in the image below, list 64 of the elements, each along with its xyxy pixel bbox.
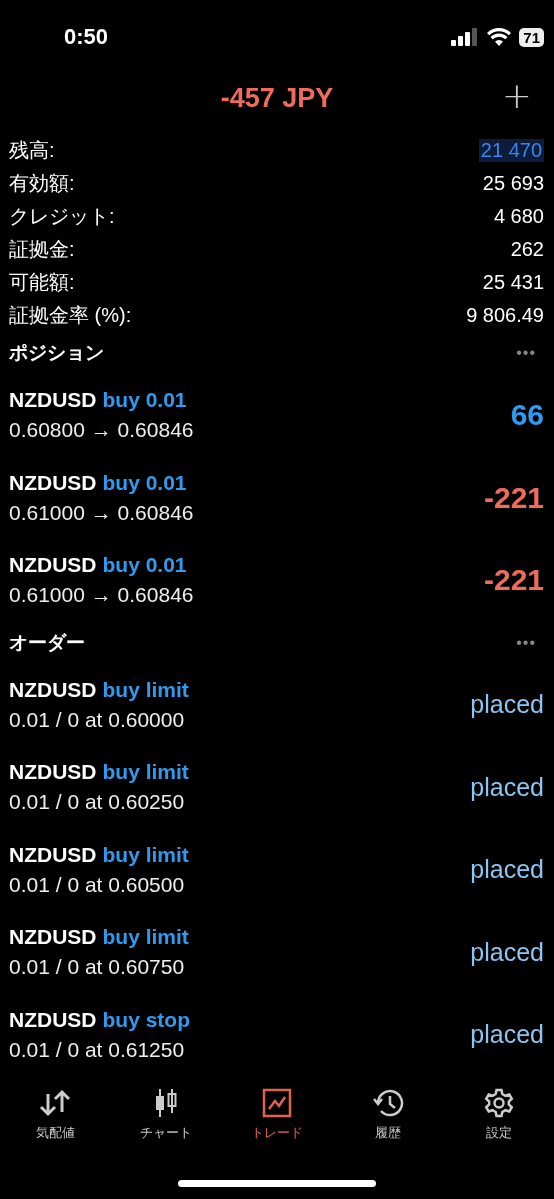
symbol-name: NZDUSD (9, 1007, 97, 1032)
profit-value: 66 (510, 398, 544, 433)
tab-item[interactable]: 履歴 (332, 1082, 444, 1162)
more-button[interactable]: ••• (516, 633, 536, 652)
order-type: buy limit (102, 677, 189, 702)
summary-value: 21 470 (478, 139, 544, 162)
settings-icon (483, 1088, 514, 1118)
summary-label: 残高: (9, 138, 55, 163)
order-state: placed (470, 772, 544, 802)
tab-item[interactable]: 設定 (443, 1082, 554, 1162)
order-state: placed (470, 690, 544, 720)
summary-label: 有効額: (9, 171, 75, 196)
summary-value: 25 693 (482, 172, 544, 195)
candlestick-icon (154, 1088, 179, 1118)
status-time: 0:50 (64, 24, 109, 50)
tab-item[interactable]: チャート (110, 1082, 222, 1162)
history-icon (371, 1088, 404, 1118)
summary-label: 証拠金率 (%): (9, 303, 132, 328)
battery-indicator: 71 (519, 27, 544, 47)
section-title: ポジション (9, 340, 104, 365)
floating-profit: -457 JPY (220, 82, 334, 114)
trend-chart-icon (262, 1088, 292, 1118)
tab-item[interactable]: 気配値 (0, 1082, 111, 1162)
price-range: 0.61000 → 0.60846 (9, 583, 194, 608)
symbol-name: NZDUSD (9, 760, 97, 785)
section-title: オーダー (9, 629, 85, 655)
order-details: 0.01 / 0 at 0.61250 (9, 1037, 186, 1062)
profit-value: -221 (483, 563, 544, 598)
trade-side: buy 0.01 (102, 388, 187, 413)
more-button[interactable]: ••• (516, 344, 536, 362)
trade-side: buy 0.01 (102, 470, 187, 495)
add-button[interactable]: + (501, 78, 532, 114)
arrows-icon (38, 1088, 73, 1118)
order-state: placed (470, 937, 544, 967)
symbol-name: NZDUSD (9, 925, 97, 950)
symbol-name: NZDUSD (9, 677, 97, 702)
signal-icon (451, 28, 480, 46)
summary-value: 25 431 (482, 271, 544, 294)
order-type: buy limit (102, 842, 189, 867)
order-state: placed (470, 1020, 544, 1050)
order-type: buy limit (102, 925, 189, 950)
summary-label: 可能額: (9, 270, 75, 295)
order-details: 0.01 / 0 at 0.60250 (9, 790, 186, 815)
summary-label: クレジット: (9, 204, 115, 229)
summary-label: 証拠金: (9, 237, 75, 262)
summary-value: 262 (510, 238, 544, 261)
order-details: 0.01 / 0 at 0.60500 (9, 872, 186, 897)
symbol-name: NZDUSD (9, 842, 97, 867)
symbol-name: NZDUSD (9, 553, 97, 578)
price-range: 0.60800 → 0.60846 (9, 418, 194, 443)
order-state: placed (470, 855, 544, 885)
wifi-icon (487, 28, 512, 46)
order-type: buy limit (102, 760, 189, 785)
tab-item[interactable]: トレード (221, 1082, 333, 1162)
summary-value: 9 806.49 (466, 304, 544, 327)
order-details: 0.01 / 0 at 0.60750 (9, 955, 186, 980)
trade-side: buy 0.01 (102, 553, 187, 578)
price-range: 0.61000 → 0.60846 (9, 500, 194, 525)
summary-value: 4 680 (493, 205, 544, 228)
symbol-name: NZDUSD (9, 388, 97, 413)
symbol-name: NZDUSD (9, 470, 97, 495)
order-details: 0.01 / 0 at 0.60000 (9, 707, 186, 732)
order-type: buy stop (102, 1007, 190, 1032)
profit-value: -221 (483, 480, 544, 515)
